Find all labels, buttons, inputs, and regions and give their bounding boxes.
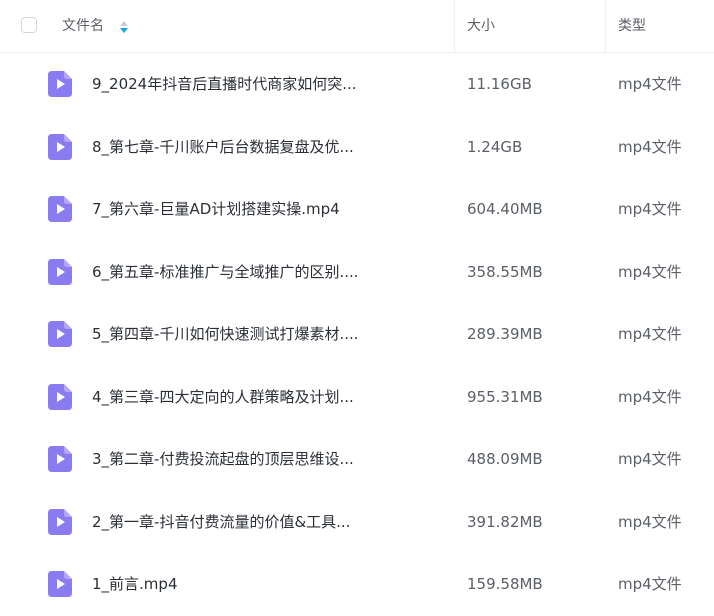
file-size: 955.31MB xyxy=(467,387,543,406)
file-type: mp4文件 xyxy=(618,137,682,156)
file-list: 9_2024年抖音后直播时代商家如何突... 11.16GB mp4文件 8_第… xyxy=(0,53,714,616)
video-file-icon xyxy=(48,508,72,535)
video-file-icon xyxy=(48,258,72,285)
file-row[interactable]: 2_第一章-抖音付费流量的价值&工具... 391.82MB mp4文件 xyxy=(0,491,714,554)
file-name[interactable]: 5_第四章-千川如何快速测试打爆素材.... xyxy=(92,303,359,365)
file-type: mp4文件 xyxy=(618,387,682,406)
file-name[interactable]: 3_第二章-付费投流起盘的顶层思维设... xyxy=(92,428,354,490)
file-name[interactable]: 8_第七章-千川账户后台数据复盘及优... xyxy=(92,116,354,178)
video-file-icon xyxy=(48,133,72,160)
column-divider[interactable] xyxy=(454,0,455,53)
file-row[interactable]: 1_前言.mp4 159.58MB mp4文件 xyxy=(0,553,714,616)
file-size: 11.16GB xyxy=(467,75,532,93)
video-file-icon xyxy=(48,71,72,97)
file-size: 391.82MB xyxy=(467,512,543,531)
file-row[interactable]: 5_第四章-千川如何快速测试打爆素材.... 289.39MB mp4文件 xyxy=(0,303,714,366)
file-name[interactable]: 7_第六章-巨量AD计划搭建实操.mp4 xyxy=(92,178,340,240)
file-name[interactable]: 2_第一章-抖音付费流量的价值&工具... xyxy=(92,491,350,553)
file-row[interactable]: 8_第七章-千川账户后台数据复盘及优... 1.24GB mp4文件 xyxy=(0,116,714,179)
file-size: 289.39MB xyxy=(467,325,543,343)
file-type: mp4文件 xyxy=(618,262,682,281)
column-divider[interactable] xyxy=(605,0,606,53)
video-file-icon xyxy=(48,196,72,222)
column-header-name[interactable]: 文件名 xyxy=(62,0,104,53)
file-name[interactable]: 9_2024年抖音后直播时代商家如何突... xyxy=(92,53,357,115)
file-type: mp4文件 xyxy=(618,325,682,343)
file-size: 604.40MB xyxy=(467,200,543,218)
file-row[interactable]: 9_2024年抖音后直播时代商家如何突... 11.16GB mp4文件 xyxy=(0,53,714,116)
file-type: mp4文件 xyxy=(618,575,682,593)
column-header-size[interactable]: 大小 xyxy=(467,0,495,53)
file-row[interactable]: 7_第六章-巨量AD计划搭建实操.mp4 604.40MB mp4文件 xyxy=(0,178,714,241)
file-row[interactable]: 4_第三章-四大定向的人群策略及计划... 955.31MB mp4文件 xyxy=(0,366,714,429)
column-header-type[interactable]: 类型 xyxy=(618,0,646,53)
file-size: 1.24GB xyxy=(467,137,523,156)
file-size: 488.09MB xyxy=(467,450,543,468)
file-size: 159.58MB xyxy=(467,575,543,593)
sort-icon[interactable] xyxy=(119,19,129,35)
select-all-checkbox[interactable] xyxy=(21,17,37,33)
file-type: mp4文件 xyxy=(618,512,682,531)
file-name[interactable]: 4_第三章-四大定向的人群策略及计划... xyxy=(92,366,354,428)
file-type: mp4文件 xyxy=(618,450,682,468)
video-file-icon xyxy=(48,321,72,347)
file-type: mp4文件 xyxy=(618,200,682,218)
file-name[interactable]: 6_第五章-标准推广与全域推广的区别.... xyxy=(92,241,359,303)
video-file-icon xyxy=(48,383,72,410)
file-name[interactable]: 1_前言.mp4 xyxy=(92,553,178,615)
file-row[interactable]: 6_第五章-标准推广与全域推广的区别.... 358.55MB mp4文件 xyxy=(0,241,714,304)
file-list-header: 文件名 大小 类型 xyxy=(0,0,714,53)
file-type: mp4文件 xyxy=(618,75,682,93)
file-row[interactable]: 3_第二章-付费投流起盘的顶层思维设... 488.09MB mp4文件 xyxy=(0,428,714,491)
video-file-icon xyxy=(48,446,72,472)
video-file-icon xyxy=(48,571,72,597)
file-size: 358.55MB xyxy=(467,262,543,281)
